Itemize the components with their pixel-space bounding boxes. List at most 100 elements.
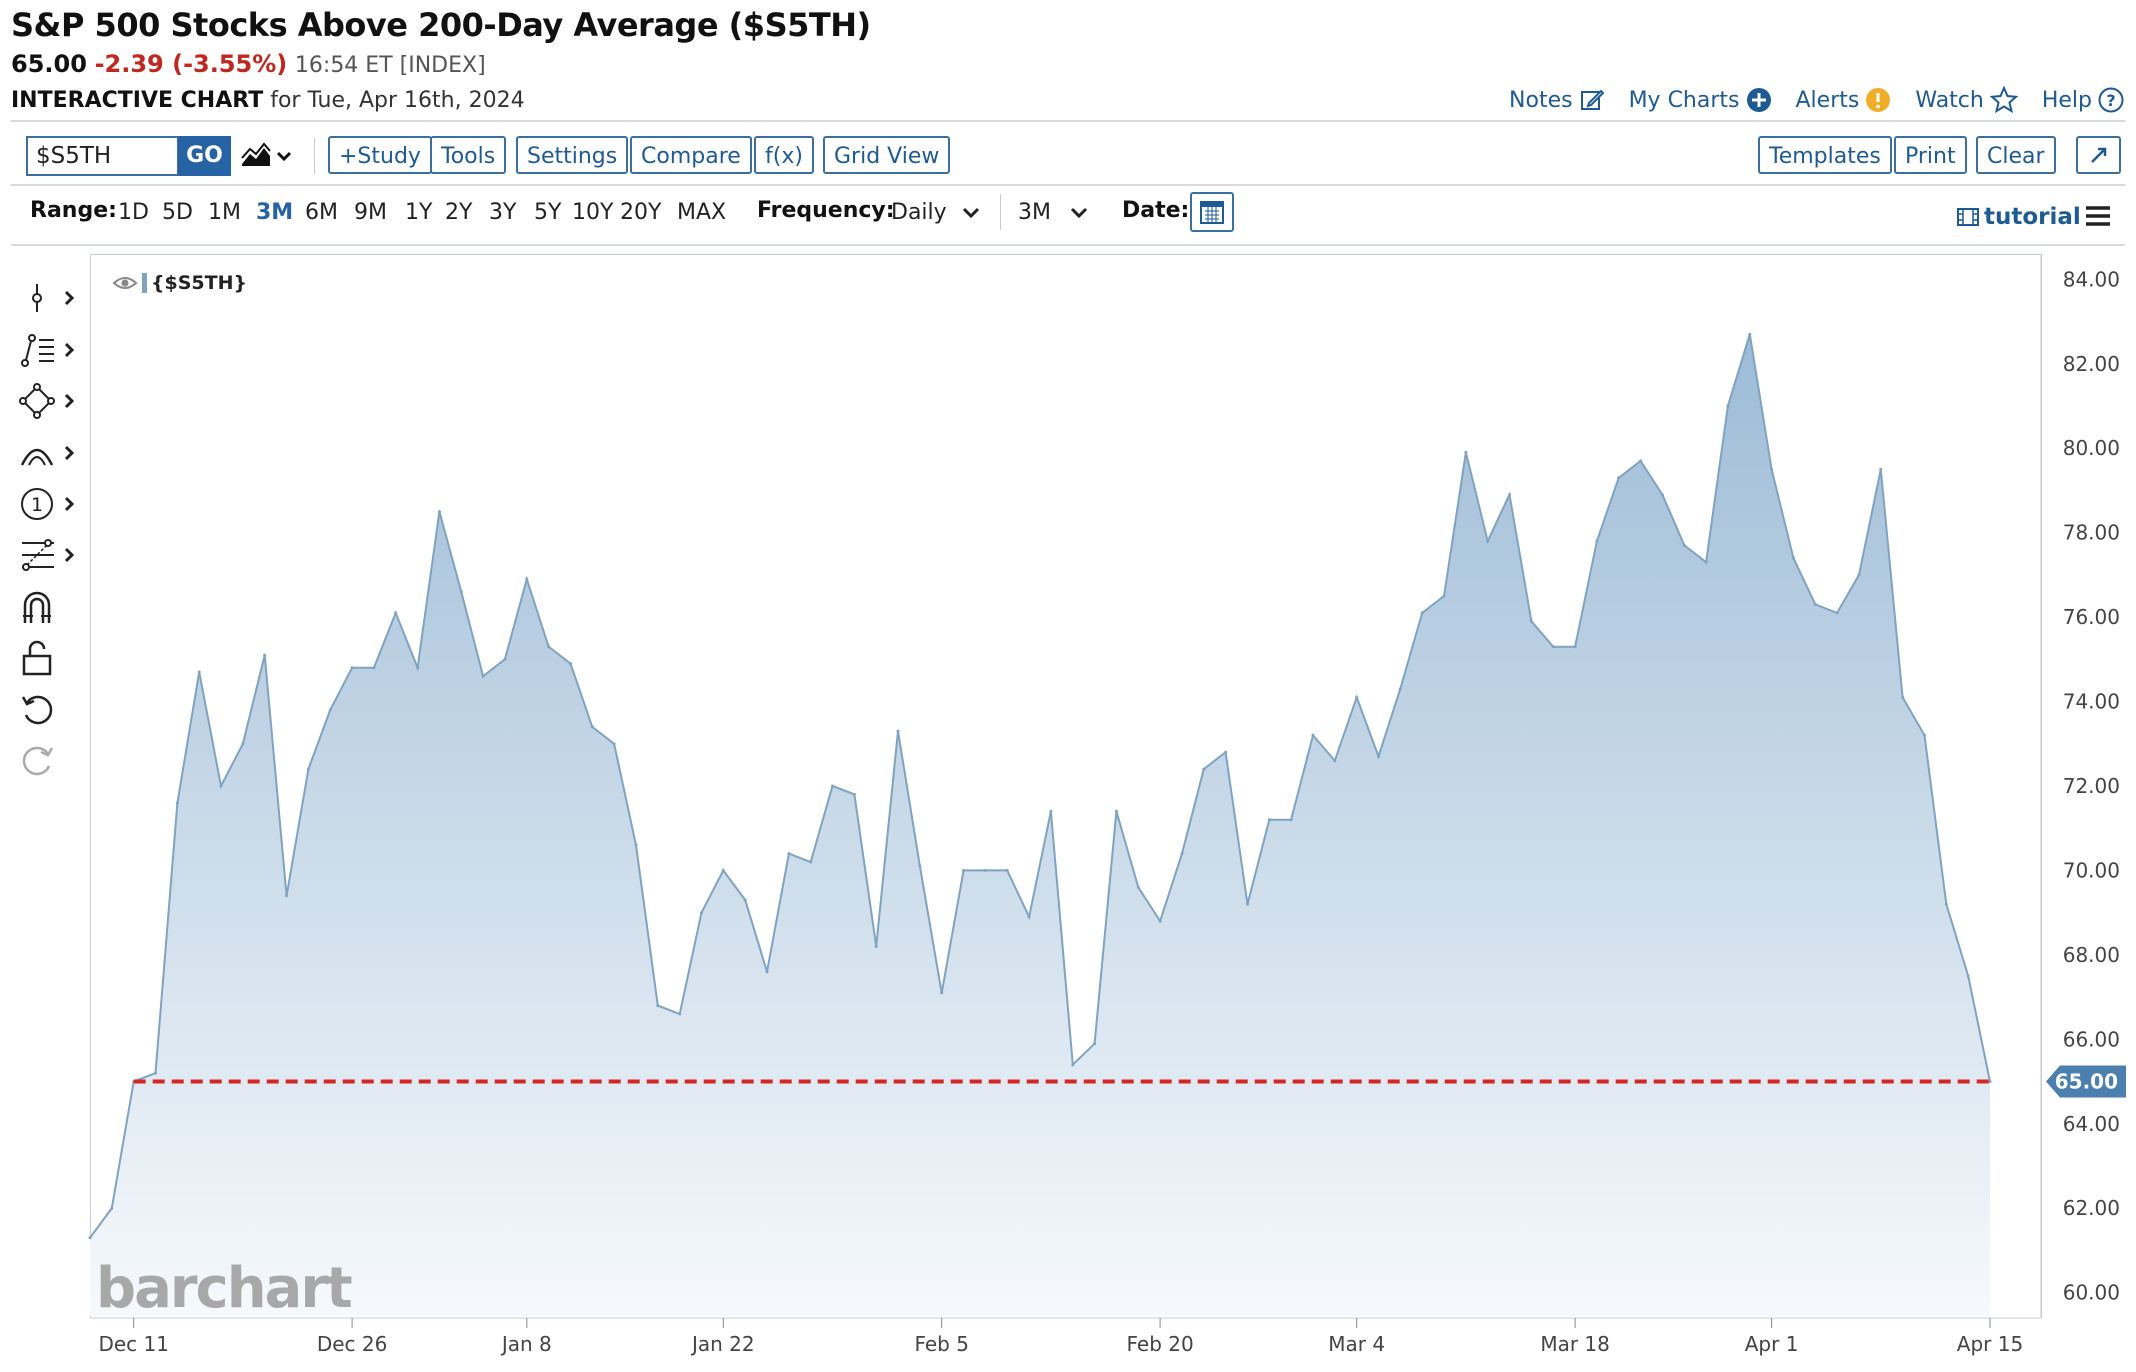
data-point [175,801,179,805]
data-point [1835,611,1839,615]
data-point [197,670,201,674]
y-tick-label: 68.00 [2063,943,2120,967]
last-price-badge-label: 65.00 [2055,1070,2118,1094]
data-point [874,944,878,948]
data-point [1136,885,1140,889]
data-point [1966,974,1970,978]
data-point [1289,818,1293,822]
data-point [656,1004,660,1008]
data-point [503,657,507,661]
data-point [1508,493,1511,497]
data-point [1726,404,1730,408]
data-point [1529,619,1533,623]
y-tick-label: 82.00 [2063,352,2120,376]
x-tick-label: Mar 18 [1540,1332,1610,1356]
series-legend[interactable]: {$S5TH} [112,272,247,294]
data-point [1071,1063,1075,1067]
data-point [1049,809,1053,813]
y-tick-label: 76.00 [2063,605,2120,629]
price-chart[interactable]: 60.00 62.00 64.00 66.00 68.00 70.00 72.00 74.00… [0,0,2136,1372]
y-tick-label: 78.00 [2063,521,2120,545]
data-point [219,784,223,788]
data-point [1944,902,1948,906]
y-tick-label: 60.00 [2063,1281,2120,1305]
data-point [918,864,922,868]
data-point [1005,868,1009,872]
data-point [743,898,747,902]
data-point [1923,733,1926,737]
data-point [1333,759,1337,763]
x-tick-label: Mar 4 [1328,1332,1385,1356]
data-point [1813,602,1817,606]
data-point [1355,695,1359,699]
data-point [831,784,834,788]
y-tick-label: 70.00 [2063,858,2120,882]
data-point [1573,645,1577,649]
data-point [1901,695,1905,699]
data-point [852,792,856,796]
x-tick-label: Jan 22 [690,1332,755,1356]
y-axis: 60.00 62.00 64.00 66.00 68.00 70.00 72.00 74.00… [2040,254,2126,1318]
data-point [437,510,441,514]
y-tick-label: 80.00 [2063,436,2120,460]
x-axis: Dec 11 Dec 26 Jan 8 Jan 22 Feb 5 Feb 20 Mar 4 M… [90,1317,2041,1356]
x-tick-label: Feb 20 [1126,1332,1193,1356]
data-point [372,666,376,670]
barchart-watermark: barchart [96,1256,353,1321]
data-point [459,590,463,594]
data-point [1398,687,1402,691]
data-point [1988,1080,1992,1084]
data-point [634,843,638,847]
x-tick-label: Feb 5 [914,1332,969,1356]
data-point [721,868,725,872]
data-point [1551,645,1555,649]
y-tick-label: 62.00 [2063,1196,2120,1220]
data-point [962,868,966,872]
data-point [896,729,900,733]
eye-icon [112,277,138,289]
data-point [306,767,310,771]
data-point [940,991,944,995]
data-point [1027,915,1031,919]
data-point [1682,543,1686,547]
data-point [1617,476,1621,480]
x-tick-label: Dec 11 [98,1332,169,1356]
data-point [765,970,769,974]
data-point [394,611,398,615]
data-point [678,1012,682,1016]
data-point [547,645,551,649]
data-point [1791,556,1795,560]
y-tick-label: 84.00 [2063,267,2120,291]
data-point [241,742,245,746]
x-tick-label: Jan 8 [500,1332,552,1356]
data-point [1377,754,1380,758]
data-point [1464,450,1468,454]
data-point [1879,467,1883,471]
data-point [328,708,332,712]
x-tick-label: Dec 26 [317,1332,388,1356]
data-point [263,653,267,657]
data-point [1442,594,1446,598]
y-tick-label: 74.00 [2063,690,2120,714]
data-point [787,852,791,856]
data-point [1639,459,1643,463]
data-point [1202,767,1206,771]
data-point [1660,493,1664,497]
data-point [1158,919,1162,923]
data-point [1420,611,1424,615]
data-point [481,674,485,678]
data-point [88,1236,92,1240]
data-point [1311,733,1315,737]
data-point [1093,1042,1097,1046]
data-point [110,1206,114,1210]
data-point [1595,539,1599,543]
data-point [1246,902,1249,906]
y-tick-label: 64.00 [2063,1112,2120,1136]
data-point [525,577,529,581]
data-point [1704,560,1708,564]
y-tick-label: 72.00 [2063,774,2120,798]
x-tick-label: Apr 15 [1957,1332,2023,1356]
data-point [569,662,572,666]
series-legend-label: {$S5TH} [151,272,248,294]
data-point [350,666,354,670]
